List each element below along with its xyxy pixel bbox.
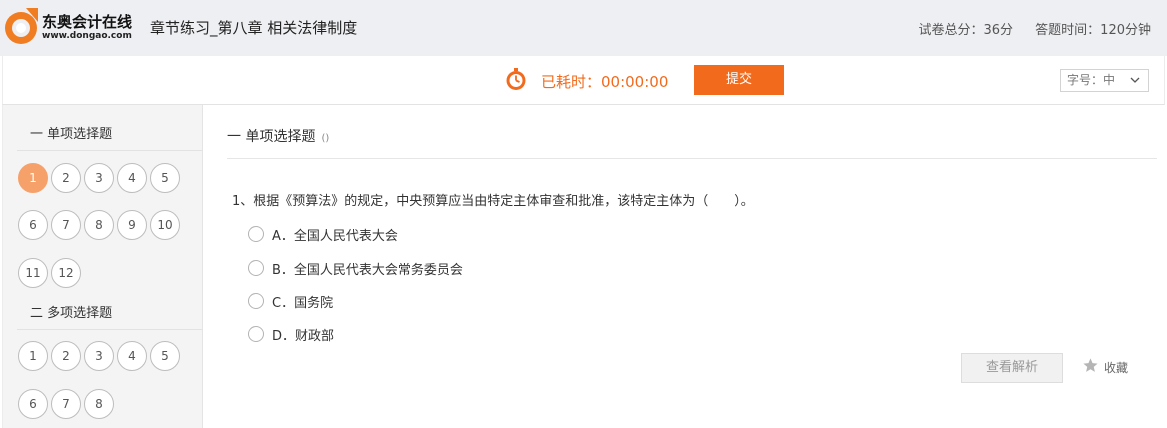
question-number-multiple-6[interactable]: 6 <box>18 389 48 419</box>
logo-name: 东奥会计在线 <box>42 13 133 31</box>
question-number-multiple-2[interactable]: 2 <box>51 341 81 371</box>
question-number-single-4[interactable]: 4 <box>117 163 147 193</box>
section-title-multiple: 二 多项选择题 <box>17 302 202 330</box>
question-number-single-2[interactable]: 2 <box>51 163 81 193</box>
question-text: 1、根据《预算法》的规定，中央预算应当由特定主体审查和批准，该特定主体为（ ）。 <box>232 194 754 209</box>
chevron-down-icon <box>1130 77 1140 83</box>
question-number-single-12[interactable]: 12 <box>51 258 81 288</box>
star-icon <box>1083 358 1098 372</box>
radio-icon[interactable] <box>248 293 264 309</box>
question-number-single-8[interactable]: 8 <box>84 210 114 240</box>
elapsed-timer: 已耗时：00:00:00 <box>541 73 669 91</box>
radio-icon[interactable] <box>248 260 264 276</box>
option-label: D．财政部 <box>272 329 335 344</box>
question-number-single-5[interactable]: 5 <box>150 163 180 193</box>
logo-url: www.dongao.com <box>42 31 132 41</box>
option-label: A．全国人民代表大会 <box>272 229 398 244</box>
question-navigator: 一 单项选择题 1 2 3 4 5 6 7 8 9 10 11 12 二 多项选… <box>2 105 203 428</box>
view-analysis-button[interactable]: 查看解析 <box>961 353 1063 383</box>
question-number-single-7[interactable]: 7 <box>51 210 81 240</box>
top-header: 东奥会计在线 www.dongao.com 章节练习_第八章 相关法律制度 试卷… <box>0 0 1167 56</box>
question-number-multiple-1[interactable]: 1 <box>18 341 48 371</box>
page-title: 章节练习_第八章 相关法律制度 <box>150 19 358 37</box>
answer-time: 答题时间：120分钟 <box>1035 23 1151 38</box>
option-label: C．国务院 <box>272 296 334 311</box>
option-label: B．全国人民代表大会常务委员会 <box>272 263 463 278</box>
question-number-multiple-3[interactable]: 3 <box>84 341 114 371</box>
question-number-single-9[interactable]: 9 <box>117 210 147 240</box>
question-number-single-11[interactable]: 11 <box>18 258 48 288</box>
section-heading-note: () <box>321 133 330 144</box>
question-number-multiple-7[interactable]: 7 <box>51 389 81 419</box>
submit-button[interactable]: 提交 <box>694 65 784 95</box>
question-number-single-10[interactable]: 10 <box>150 210 180 240</box>
favorite-label: 收藏 <box>1104 361 1129 375</box>
section-heading-text: 一 单项选择题 <box>227 129 316 145</box>
section-title-single: 一 单项选择题 <box>17 123 202 151</box>
question-number-single-3[interactable]: 3 <box>84 163 114 193</box>
logo-icon <box>5 8 38 44</box>
divider <box>227 158 1157 159</box>
section-heading: 一 单项选择题 () <box>227 126 329 146</box>
toolbar: 已耗时：00:00:00 提交 字号：中 <box>2 56 1165 105</box>
timer-icon <box>506 68 526 90</box>
question-number-multiple-4[interactable]: 4 <box>117 341 147 371</box>
total-score: 试卷总分：36分 <box>918 23 1014 38</box>
radio-icon[interactable] <box>248 326 264 342</box>
exam-info: 试卷总分：36分 答题时间：120分钟 <box>900 19 1151 38</box>
radio-icon[interactable] <box>248 226 264 242</box>
font-size-label: 字号：中 <box>1067 73 1116 87</box>
question-number-single-6[interactable]: 6 <box>18 210 48 240</box>
font-size-select[interactable]: 字号：中 <box>1060 69 1149 92</box>
question-number-multiple-8[interactable]: 8 <box>84 389 114 419</box>
question-number-multiple-5[interactable]: 5 <box>150 341 180 371</box>
question-number-single-1[interactable]: 1 <box>18 163 48 193</box>
logo[interactable]: 东奥会计在线 www.dongao.com <box>4 5 134 51</box>
